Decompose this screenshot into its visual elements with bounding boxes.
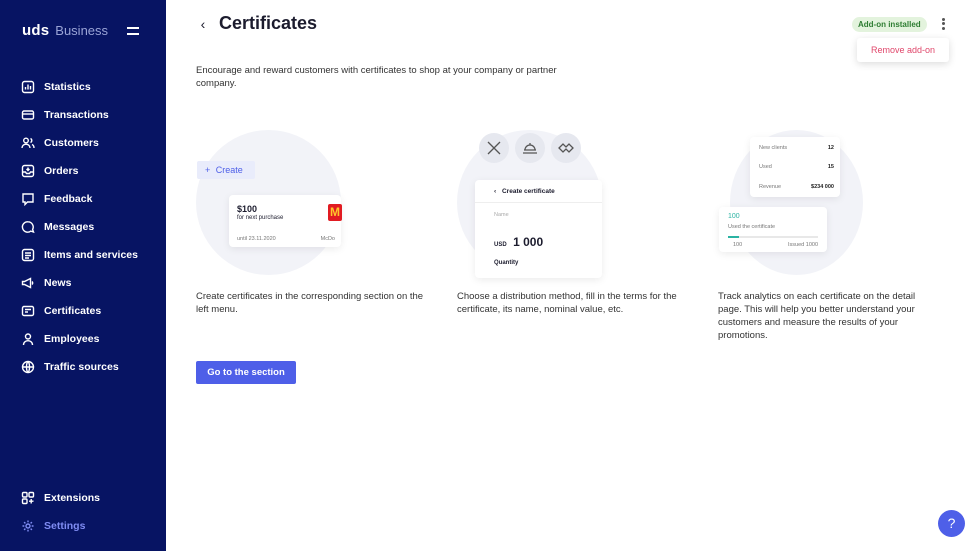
sidebar-item-customers[interactable]: Customers — [0, 129, 166, 157]
users-icon — [21, 137, 35, 149]
page-title: Certificates — [219, 13, 318, 33]
step-description: Choose a distribution method, fill in th… — [457, 291, 677, 315]
sidebar-bottom-nav: Extensions Settings — [0, 484, 166, 540]
create-chip-label: Create — [215, 165, 243, 175]
usage-left-value: 100 — [733, 242, 743, 248]
hamburger-menu-icon[interactable] — [127, 27, 139, 35]
certificate-purpose: for next purchase — [237, 215, 284, 221]
sidebar-item-label: Employees — [44, 333, 100, 345]
sidebar-item-label: Feedback — [44, 193, 93, 205]
certificate-icon — [21, 305, 35, 317]
usage-card: 100 Used the certificate 100 Issued 1000 — [719, 207, 827, 252]
name-field-label: Name — [494, 212, 509, 218]
divider — [475, 202, 602, 203]
form-heading-label: Create certificate — [501, 188, 555, 195]
sidebar-item-label: Messages — [44, 221, 95, 233]
sidebar-item-label: Statistics — [44, 81, 91, 93]
analytics-summary-card: New clients 12 Used 15 Revenue $234 000 — [750, 137, 840, 197]
summary-row-value: 12 — [827, 145, 834, 151]
sidebar-item-settings[interactable]: Settings — [0, 512, 166, 540]
sidebar-item-certificates[interactable]: Certificates — [0, 297, 166, 325]
form-heading: ‹ Create certificate — [494, 188, 555, 195]
used-label: Used the certificate — [728, 224, 776, 230]
sidebar-item-label: Traffic sources — [44, 361, 119, 373]
sidebar-item-statistics[interactable]: Statistics — [0, 73, 166, 101]
items-icon — [21, 248, 35, 262]
value-amount: 1 000 — [513, 235, 544, 249]
create-chip: + Create — [197, 161, 255, 179]
back-arrow-icon: ‹ — [494, 188, 497, 195]
globe-icon — [21, 360, 35, 374]
remove-addon-menu-item[interactable]: Remove add-on — [857, 38, 949, 62]
quantity-label: Quantity — [494, 260, 519, 266]
employee-icon — [22, 333, 34, 346]
sidebar-item-transactions[interactable]: Transactions — [0, 101, 166, 129]
sidebar-item-label: News — [44, 277, 72, 289]
illustration-analytics: New clients 12 Used 15 Revenue $234 000 … — [718, 128, 888, 278]
status-badge: Add-on installed — [852, 17, 927, 32]
brand-logo[interactable]: uds Business — [22, 22, 108, 39]
chart-icon — [21, 80, 35, 94]
sidebar-item-extensions[interactable]: Extensions — [0, 484, 166, 512]
sidebar-nav: Statistics Transactions Customers Orders… — [0, 73, 166, 381]
summary-row-label: Used — [759, 164, 772, 170]
back-arrow-icon[interactable]: ‹ — [196, 16, 210, 32]
illustration-create: + Create $100 for next purchase M until … — [196, 128, 366, 278]
usage-right-value: Issued 1000 — [788, 242, 818, 248]
help-button[interactable]: ? — [938, 510, 965, 537]
sidebar-item-label: Transactions — [44, 109, 109, 121]
more-options-icon[interactable] — [938, 17, 948, 31]
certificate-preview-card: $100 for next purchase M until 23.11.202… — [229, 195, 342, 247]
used-count: 100 — [728, 213, 740, 220]
sidebar-item-news[interactable]: News — [0, 269, 166, 297]
orders-icon — [21, 164, 35, 178]
sidebar-item-feedback[interactable]: Feedback — [0, 185, 166, 213]
value-field: USD 1 000 — [494, 233, 543, 251]
sidebar: uds Business Statistics Transactions Cus… — [0, 0, 166, 551]
sidebar-item-label: Items and services — [44, 249, 138, 261]
sidebar-item-traffic-sources[interactable]: Traffic sources — [0, 353, 166, 381]
sidebar-item-employees[interactable]: Employees — [0, 325, 166, 353]
certificate-amount: $100 — [237, 204, 258, 214]
partner-logo: M — [328, 204, 342, 221]
sidebar-item-label: Customers — [44, 137, 99, 149]
sidebar-item-messages[interactable]: Messages — [0, 213, 166, 241]
sidebar-item-label: Certificates — [44, 305, 102, 317]
step-description: Track analytics on each certificate on t… — [718, 291, 916, 341]
usage-progress-fill — [728, 236, 739, 238]
sidebar-item-orders[interactable]: Orders — [0, 157, 166, 185]
summary-row-value: 15 — [827, 164, 834, 170]
sidebar-item-label: Settings — [44, 520, 86, 532]
transactions-icon — [21, 110, 35, 120]
plus-icon: + — [205, 165, 211, 175]
feedback-icon — [22, 193, 34, 206]
handshake-icon — [551, 133, 581, 163]
certificate-until: until 23.11.2020 — [237, 236, 276, 242]
summary-row-value: $234 000 — [811, 184, 834, 190]
sidebar-item-label: Orders — [44, 165, 79, 177]
illustration-distribution: ‹ Create certificate Name USD 1 000 Quan… — [457, 128, 627, 278]
brand-main: uds — [22, 22, 50, 39]
certificate-partner: McDo — [320, 236, 335, 242]
sidebar-item-items-and-services[interactable]: Items and services — [0, 241, 166, 269]
brand-sub: Business — [55, 23, 109, 38]
usage-progress-track — [728, 236, 818, 238]
tools-icon — [479, 133, 509, 163]
sidebar-item-label: Extensions — [44, 492, 101, 504]
news-icon — [21, 277, 34, 289]
go-to-section-button[interactable]: Go to the section — [196, 361, 296, 384]
currency-label: USD — [494, 242, 507, 248]
food-service-icon — [515, 133, 545, 163]
message-icon — [21, 221, 35, 234]
summary-row-label: New clients — [759, 145, 788, 151]
step-description: Create certificates in the corresponding… — [196, 291, 424, 315]
create-certificate-form: ‹ Create certificate Name USD 1 000 Quan… — [475, 180, 602, 278]
extensions-icon — [21, 491, 35, 505]
gear-icon — [22, 520, 34, 532]
summary-row-label: Revenue — [759, 184, 782, 190]
intro-text: Encourage and reward customers with cert… — [196, 65, 557, 89]
